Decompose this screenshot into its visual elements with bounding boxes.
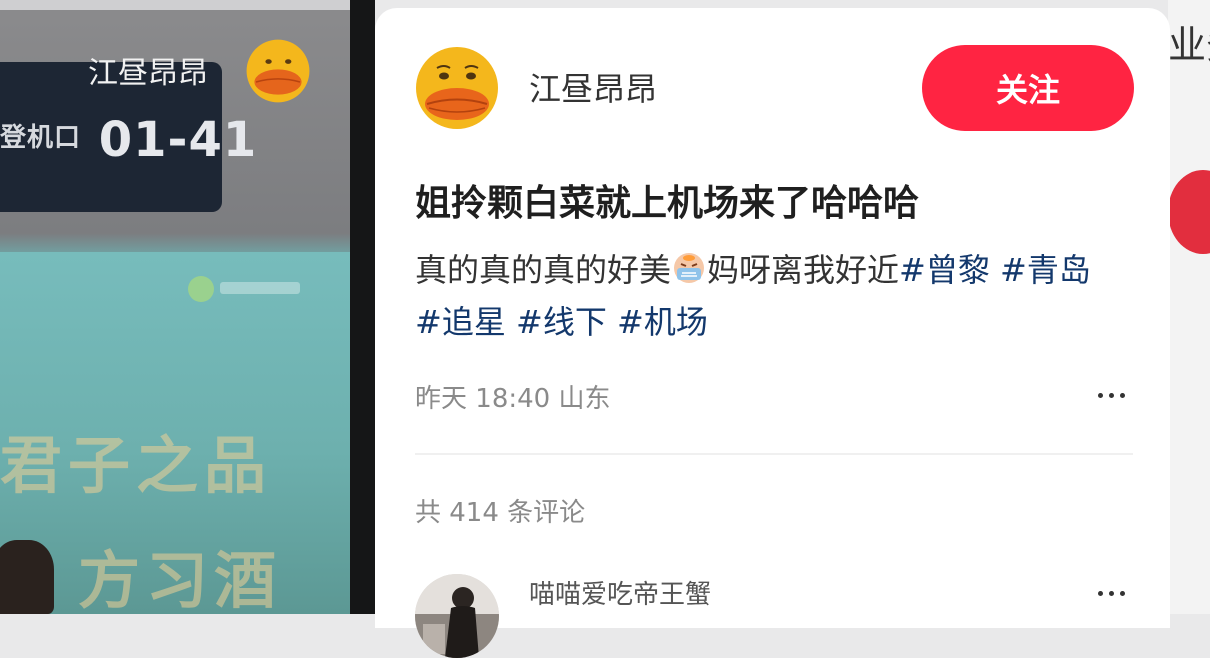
hashtag-link[interactable]: #机场 — [617, 303, 708, 341]
author-name[interactable]: 江昼昂昂 — [529, 64, 657, 110]
post-more-button[interactable] — [1091, 380, 1131, 410]
ad-text-line1: 君子之品 — [0, 429, 273, 502]
hashtag-link[interactable]: #追星 — [415, 303, 506, 341]
underlying-page-text: 业务 — [1168, 23, 1210, 67]
watermark-avatar-icon — [246, 39, 310, 103]
commenter-avatar-icon[interactable] — [415, 574, 499, 658]
ad-logo-icon — [188, 276, 214, 302]
underlying-page-edge: 业务 — [1168, 0, 1210, 614]
post-location: 山东 — [558, 384, 611, 414]
follow-button[interactable]: 关注 — [922, 45, 1134, 131]
ellipsis-icon — [1097, 392, 1125, 398]
post-body-text-2: 妈呀离我好近 — [707, 251, 900, 289]
watermark-username: 江昼昂昂 — [88, 56, 208, 91]
post-title: 姐拎颗白菜就上机场来了哈哈哈 — [415, 183, 920, 224]
post-time: 18:40 — [475, 384, 551, 414]
hashtag-link[interactable]: #曾黎 — [899, 251, 990, 289]
hashtag-link[interactable]: #线下 — [516, 303, 607, 341]
ellipsis-icon — [1097, 590, 1125, 596]
underlying-red-button[interactable] — [1168, 170, 1210, 254]
post-body: 真的真的真的好美 妈呀离我好近#曾黎 #青岛 #追星 #线下 #机场 — [415, 244, 1125, 348]
crying-face-emoji-icon — [674, 253, 705, 283]
gate-sign-text: 登机口 01-41 — [0, 112, 257, 168]
post-body-text: 真的真的真的好美 — [415, 251, 672, 289]
photo-divider — [350, 0, 375, 614]
photo-top-strip — [0, 0, 375, 10]
ad-logo-text — [220, 282, 300, 294]
background-photo: 登机口 01-41 江昼昂昂 君子之品 方习酒 — [0, 0, 375, 614]
comment-more-button[interactable] — [1091, 578, 1131, 608]
comment-count: 共 414 条评论 — [415, 498, 586, 528]
person-silhouette — [0, 540, 54, 614]
section-divider — [415, 453, 1133, 455]
commenter-username[interactable]: 喵喵爱吃帝王蟹 — [529, 574, 711, 611]
hashtag-link[interactable]: #青岛 — [1000, 251, 1091, 289]
author-avatar-icon[interactable] — [415, 46, 499, 130]
post-card: 江昼昂昂 关注 姐拎颗白菜就上机场来了哈哈哈 真的真的真的好美 妈呀离我好近#曾… — [375, 8, 1170, 658]
gate-sign-prefix: 登机口 — [0, 123, 82, 153]
post-date: 昨天 — [415, 384, 468, 414]
ad-text-line2: 方习酒 — [78, 544, 283, 614]
gate-sign-number: 01-41 — [98, 112, 258, 168]
post-meta: 昨天 18:40 山东 — [415, 378, 611, 415]
